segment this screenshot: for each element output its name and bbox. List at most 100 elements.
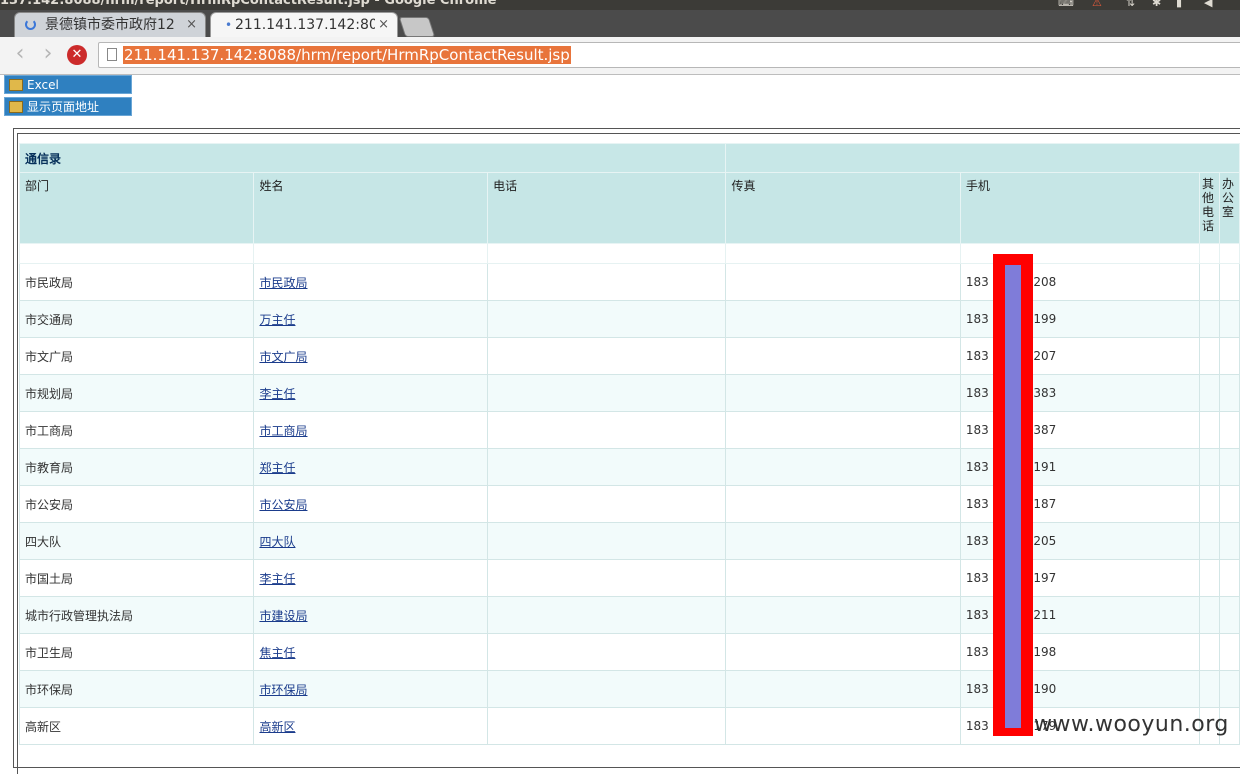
name-cell: 万主任 <box>253 300 489 338</box>
address-icon <box>9 101 23 113</box>
dept-cell: 市公安局 <box>18 485 255 523</box>
new-tab-button[interactable] <box>398 17 436 37</box>
show-address-label: 显示页面地址 <box>27 100 100 114</box>
redaction-fill <box>1005 265 1021 728</box>
column-header-office: 办公室 <box>1218 172 1240 244</box>
employee-name-link[interactable]: 李主任 <box>259 572 295 586</box>
office-cell <box>1218 374 1240 412</box>
battery-indicator-icon: ▮ <box>1176 0 1183 9</box>
employee-name-link[interactable]: 市工商局 <box>259 424 307 438</box>
column-header-other-phone: 其他电话 <box>1199 172 1220 244</box>
excel-label: Excel <box>27 78 59 92</box>
tab-label: 景德镇市委市政府12 <box>45 17 175 33</box>
employee-name-link[interactable]: 市民政局 <box>259 276 307 290</box>
table-row: 城市行政管理执法局 市建设局 183 0211 <box>18 596 1240 634</box>
employee-name-link[interactable]: 焦主任 <box>259 646 295 660</box>
other-phone-cell <box>1199 485 1220 523</box>
office-cell <box>1218 522 1240 560</box>
network-indicator-icon: ⇅ <box>1126 0 1136 9</box>
name-cell: 焦主任 <box>253 633 489 671</box>
excel-button[interactable]: Excel <box>4 75 132 94</box>
fax-cell <box>725 263 961 301</box>
close-tab-icon[interactable]: × <box>378 13 389 37</box>
column-header-mobile: 手机 <box>959 172 1201 244</box>
stop-button[interactable]: ✕ <box>67 45 87 65</box>
fax-cell <box>725 596 961 634</box>
phone-cell <box>487 300 727 338</box>
keyboard-indicator-icon: ⌨ <box>1058 0 1074 9</box>
os-title-bar: 137.142:8088/hrm/report/HrmRpContactResu… <box>0 0 1240 10</box>
contact-table: 通信录 部门 姓名 电话 传真 手机 其他电话 办公室 市民政局 市民政局 183 0… <box>18 143 1240 745</box>
loading-spinner-icon <box>25 19 36 30</box>
mobile-prefix: 183 <box>965 534 989 548</box>
employee-name-link[interactable]: 市公安局 <box>259 498 307 512</box>
mobile-prefix: 183 <box>965 386 989 400</box>
employee-name-link[interactable]: 市环保局 <box>259 683 307 697</box>
other-phone-cell <box>1199 300 1220 338</box>
dept-cell: 市国土局 <box>18 559 255 597</box>
employee-name-link[interactable]: 高新区 <box>259 720 295 734</box>
name-cell: 李主任 <box>253 374 489 412</box>
fax-cell <box>725 670 961 708</box>
dept-cell: 高新区 <box>18 707 255 745</box>
fax-cell <box>725 485 961 523</box>
show-address-button[interactable]: 显示页面地址 <box>4 97 132 116</box>
employee-name-link[interactable]: 万主任 <box>259 313 295 327</box>
dept-cell: 市民政局 <box>18 263 255 301</box>
phone-cell <box>487 448 727 486</box>
mobile-prefix: 183 <box>965 460 989 474</box>
dept-cell: 市教育局 <box>18 448 255 486</box>
employee-name-link[interactable]: 市文广局 <box>259 350 307 364</box>
dept-cell: 市卫生局 <box>18 633 255 671</box>
column-header-name: 姓名 <box>253 172 489 244</box>
mobile-prefix: 183 <box>965 645 989 659</box>
page-icon <box>107 48 117 61</box>
mobile-prefix: 183 <box>965 349 989 363</box>
mobile-prefix: 183 <box>965 312 989 326</box>
mobile-prefix: 183 <box>965 719 989 733</box>
other-phone-cell <box>1199 411 1220 449</box>
employee-name-link[interactable]: 郑主任 <box>259 461 295 475</box>
address-bar[interactable]: 211.141.137.142:8088/hrm/report/HrmRpCon… <box>98 42 1240 68</box>
table-row: 市交通局 万主任 183 0199 <box>18 300 1240 338</box>
phone-cell <box>487 596 727 634</box>
back-button[interactable]: ‹ <box>10 43 30 65</box>
name-cell: 四大队 <box>253 522 489 560</box>
dept-cell: 市交通局 <box>18 300 255 338</box>
forward-button[interactable]: › <box>38 43 58 65</box>
other-phone-cell <box>1199 374 1220 412</box>
fax-cell <box>725 411 961 449</box>
employee-name-link[interactable]: 四大队 <box>259 535 295 549</box>
tab-report[interactable]: • 211.141.137.142:808 × <box>210 12 398 37</box>
close-tab-icon[interactable]: × <box>186 13 197 37</box>
office-cell <box>1218 485 1240 523</box>
volume-indicator-icon: ◀ <box>1204 0 1213 9</box>
fax-cell <box>725 374 961 412</box>
window-title: 137.142:8088/hrm/report/HrmRpContactResu… <box>0 0 497 8</box>
office-cell <box>1218 448 1240 486</box>
other-phone-cell <box>1199 559 1220 597</box>
office-cell <box>1218 337 1240 375</box>
name-cell: 市公安局 <box>253 485 489 523</box>
other-phone-cell <box>1199 522 1220 560</box>
employee-name-link[interactable]: 李主任 <box>259 387 295 401</box>
table-row: 市规划局 李主任 183 0383 <box>18 374 1240 412</box>
warning-indicator-icon: ⚠ <box>1092 0 1102 9</box>
column-header-row: 部门 姓名 电话 传真 手机 其他电话 办公室 <box>18 172 1240 244</box>
url-text[interactable]: 211.141.137.142:8088/hrm/report/HrmRpCon… <box>123 46 571 64</box>
phone-cell <box>487 485 727 523</box>
employee-name-link[interactable]: 市建设局 <box>259 609 307 623</box>
phone-cell <box>487 263 727 301</box>
bluetooth-indicator-icon: ✱ <box>1152 0 1162 9</box>
phone-cell <box>487 633 727 671</box>
phone-cell <box>487 522 727 560</box>
mobile-prefix: 183 <box>965 682 989 696</box>
name-cell: 市民政局 <box>253 263 489 301</box>
tab-label: 211.141.137.142:808 <box>235 17 375 33</box>
fax-cell <box>725 300 961 338</box>
table-row: 市文广局 市文广局 183 0207 <box>18 337 1240 375</box>
phone-cell <box>487 670 727 708</box>
browser-toolbar: ‹ › ✕ 211.141.137.142:8088/hrm/report/Hr… <box>0 37 1240 75</box>
tab-jingdezhen[interactable]: 景德镇市委市政府12 × <box>14 12 206 37</box>
phone-cell <box>487 559 727 597</box>
